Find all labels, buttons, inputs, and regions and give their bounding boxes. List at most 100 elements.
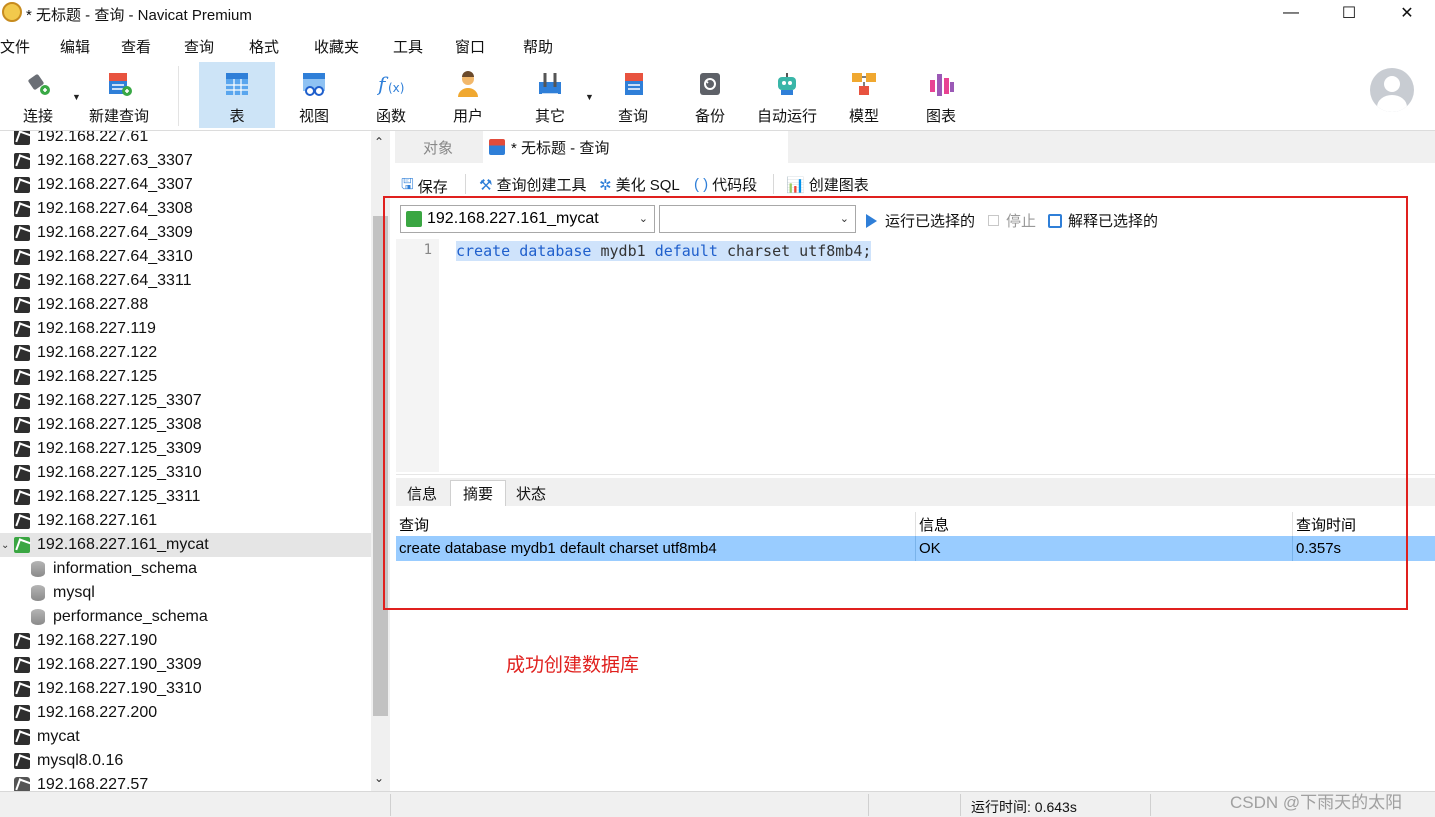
menu-format[interactable]: 格式 <box>249 36 279 57</box>
menu-query[interactable]: 查询 <box>184 36 214 57</box>
beautify-sql-button[interactable]: ✲ 美化 SQL <box>599 174 680 195</box>
navicat-logo-icon <box>2 2 22 22</box>
result-tab-status[interactable]: 状态 <box>506 480 556 506</box>
tree-connection-item[interactable]: 192.168.227.64_3309 <box>0 221 371 245</box>
scroll-up-icon[interactable]: ⌃ <box>374 135 384 149</box>
scroll-down-icon[interactable]: ⌄ <box>374 771 384 785</box>
qtoolbar-separator <box>465 174 466 194</box>
tree-connection-item[interactable]: 192.168.227.61 <box>0 131 371 149</box>
view-button[interactable]: 视图 <box>276 62 352 128</box>
sql-code-line[interactable]: create database mydb1 default charset ut… <box>456 241 872 261</box>
connect-button[interactable]: 连接 <box>0 62 76 128</box>
database-select[interactable]: ⌄ <box>659 205 856 233</box>
connection-select[interactable]: 192.168.227.161_mycat ⌄ <box>400 205 655 233</box>
column-header-time[interactable]: 查询时间 <box>1293 512 1435 536</box>
mysql-connection-icon <box>14 489 30 505</box>
create-chart-button[interactable]: 📊 创建图表 <box>786 174 869 195</box>
new-query-button[interactable]: 新建查询 <box>82 62 156 128</box>
tree-connection-item[interactable]: 192.168.227.57 <box>0 773 371 791</box>
tree-item-label: 192.168.227.64_3309 <box>37 224 193 241</box>
tree-connection-item[interactable]: 192.168.227.88 <box>0 293 371 317</box>
function-button[interactable]: f (x) 函数 <box>353 62 429 128</box>
chart-button[interactable]: 图表 <box>903 62 979 128</box>
tree-database-item[interactable]: information_schema <box>0 557 371 581</box>
result-tabs: 信息 摘要 状态 <box>396 478 1435 506</box>
minimize-button[interactable]: — <box>1262 0 1320 26</box>
tab-objects[interactable]: 对象 <box>395 131 481 163</box>
menu-help[interactable]: 帮助 <box>523 36 553 57</box>
table-button[interactable]: 表 <box>199 62 275 128</box>
tree-connection-item[interactable]: 192.168.227.161 <box>0 509 371 533</box>
expand-chevron-icon[interactable]: ⌄ <box>1 540 9 551</box>
database-icon <box>31 561 45 577</box>
mysql-connection-icon <box>14 441 30 457</box>
chevron-down-icon[interactable]: ▼ <box>585 92 594 102</box>
create-chart-label: 创建图表 <box>808 177 869 194</box>
toolbar-separator <box>178 66 179 126</box>
tab-query[interactable]: * 无标题 - 查询 <box>483 131 788 163</box>
stop-button[interactable]: 停止 <box>988 210 1036 231</box>
save-icon: 🖫 <box>401 176 414 193</box>
tree-connection-item[interactable]: 192.168.227.125_3307 <box>0 389 371 413</box>
menu-edit[interactable]: 编辑 <box>60 36 90 57</box>
run-selected-button[interactable]: 运行已选择的 <box>866 210 975 231</box>
tree-connection-item[interactable]: 192.168.227.122 <box>0 341 371 365</box>
tree-connection-item[interactable]: 192.168.227.190_3309 <box>0 653 371 677</box>
tree-database-item[interactable]: mysql <box>0 581 371 605</box>
tree-item-label: 192.168.227.88 <box>37 296 149 313</box>
menu-file[interactable]: 文件 <box>0 36 30 57</box>
backup-button[interactable]: 备份 <box>672 62 748 128</box>
tree-connection-item[interactable]: 192.168.227.64_3308 <box>0 197 371 221</box>
user-avatar[interactable] <box>1370 68 1414 112</box>
tree-scrollbar[interactable]: ⌃ ⌄ <box>371 131 390 791</box>
tree-connection-item[interactable]: mysql8.0.16 <box>0 749 371 773</box>
sql-editor[interactable]: 1 create database mydb1 default charset … <box>396 239 1435 472</box>
menu-tools[interactable]: 工具 <box>393 36 423 57</box>
query-button[interactable]: 查询 <box>595 62 671 128</box>
tree-connection-item[interactable]: 192.168.227.125_3310 <box>0 461 371 485</box>
sql-keyword: create <box>456 242 511 260</box>
automation-button[interactable]: 自动运行 <box>749 62 825 128</box>
cell-info: OK <box>916 536 1293 561</box>
code-snippet-button[interactable]: ( ) 代码段 <box>694 174 757 195</box>
query-builder-button[interactable]: ⚒ 查询创建工具 <box>479 174 586 195</box>
model-button[interactable]: 模型 <box>826 62 902 128</box>
sql-keyword: database <box>519 242 592 260</box>
tree-connection-item[interactable]: 192.168.227.200 <box>0 701 371 725</box>
menu-window[interactable]: 窗口 <box>455 36 485 57</box>
chevron-down-icon[interactable]: ▼ <box>72 92 81 102</box>
tree-connection-item[interactable]: mycat <box>0 725 371 749</box>
tree-connection-item[interactable]: 192.168.227.190 <box>0 629 371 653</box>
tree-connection-item[interactable]: 192.168.227.64_3310 <box>0 245 371 269</box>
tree-connection-item[interactable]: 192.168.227.64_3307 <box>0 173 371 197</box>
tree-database-item[interactable]: performance_schema <box>0 605 371 629</box>
tree-connection-item[interactable]: 192.168.227.64_3311 <box>0 269 371 293</box>
result-tab-summary[interactable]: 摘要 <box>450 480 506 506</box>
menu-view[interactable]: 查看 <box>121 36 151 57</box>
tree-connection-item[interactable]: 192.168.227.125_3309 <box>0 437 371 461</box>
title-bar: * 无标题 - 查询 - Navicat Premium — ☐ ✕ <box>0 0 1435 26</box>
close-button[interactable]: ✕ <box>1378 0 1435 26</box>
tree-connection-item[interactable]: 192.168.227.125_3311 <box>0 485 371 509</box>
tree-connection-item[interactable]: 192.168.227.63_3307 <box>0 149 371 173</box>
query-toolbar: 🖫 保存 ⚒ 查询创建工具 ✲ 美化 SQL ( ) 代码段 📊 创建图表 <box>395 170 1435 198</box>
maximize-button[interactable]: ☐ <box>1320 0 1378 26</box>
cell-time: 0.357s <box>1296 540 1342 557</box>
result-tab-info[interactable]: 信息 <box>396 480 448 506</box>
user-button[interactable]: 用户 <box>430 62 506 128</box>
status-bar: 运行时间: 0.643s <box>0 791 1435 817</box>
tree-connection-item[interactable]: 192.168.227.119 <box>0 317 371 341</box>
tree-connection-item[interactable]: ⌄ 192.168.227.161_mycat <box>0 533 371 557</box>
scrollbar-thumb[interactable] <box>373 216 388 716</box>
table-row[interactable]: create database mydb1 default charset ut… <box>396 536 1435 561</box>
other-button[interactable]: 其它 <box>512 62 588 128</box>
tree-connection-item[interactable]: 192.168.227.125 <box>0 365 371 389</box>
query-builder-label: 查询创建工具 <box>496 177 587 194</box>
column-header-query[interactable]: 查询 <box>396 512 916 536</box>
tree-connection-item[interactable]: 192.168.227.190_3310 <box>0 677 371 701</box>
save-button[interactable]: 🖫 保存 <box>401 174 448 199</box>
explain-selected-button[interactable]: 解释已选择的 <box>1048 210 1158 231</box>
tree-connection-item[interactable]: 192.168.227.125_3308 <box>0 413 371 437</box>
column-header-info[interactable]: 信息 <box>916 512 1293 536</box>
menu-favorites[interactable]: 收藏夹 <box>314 36 359 57</box>
